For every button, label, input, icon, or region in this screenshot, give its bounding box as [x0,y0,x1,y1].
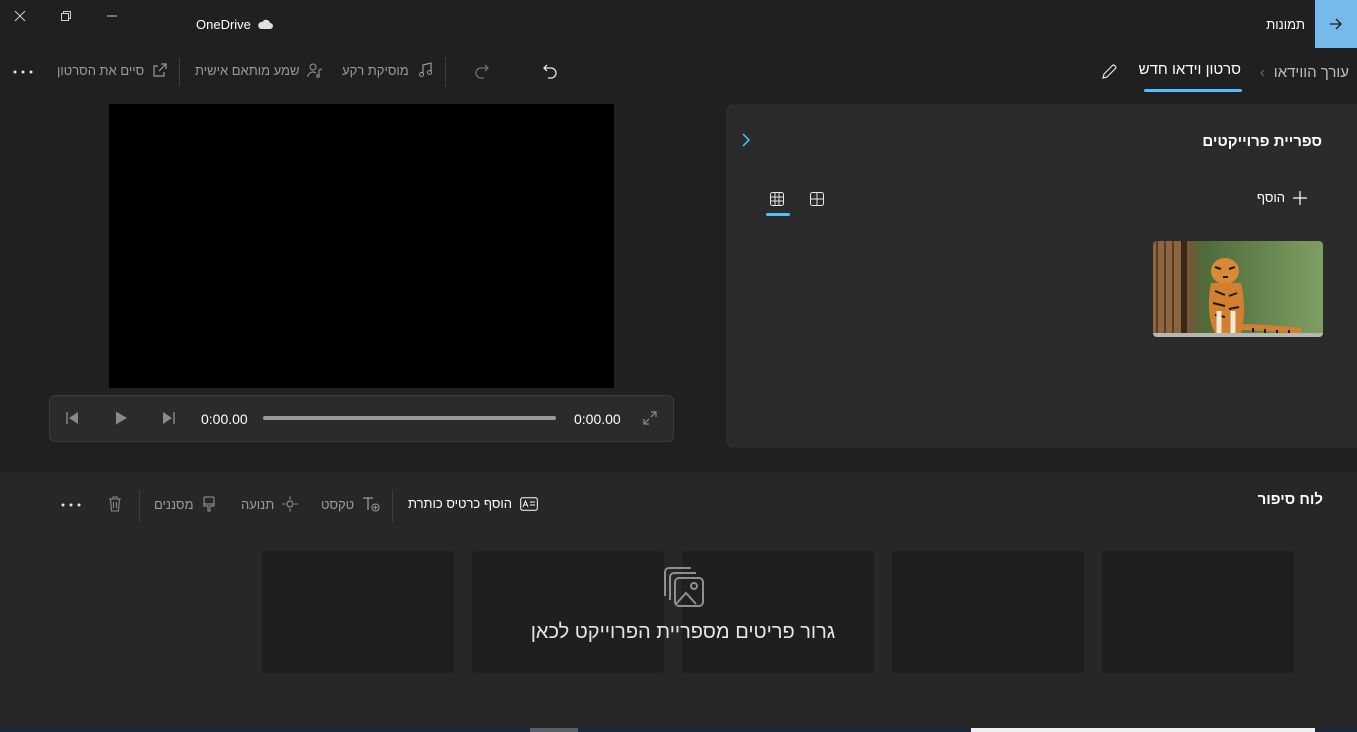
breadcrumb-current-project: סרטון וידאו חדש [1138,61,1241,78]
tiger-photo-thumbnail [1153,241,1323,337]
add-label: הוסף [1256,190,1285,205]
music-note-icon [418,62,432,77]
library-item-tiger[interactable] [1153,241,1323,337]
arrow-right-icon [1330,18,1342,30]
step-back-icon [66,412,78,424]
motion-button[interactable]: תנועה [241,496,298,512]
custom-audio-label: שמע מותאם אישית [195,62,300,78]
current-time: 0:00.00 [201,411,248,427]
background-music-button[interactable]: מוסיקת רקע [342,62,433,78]
background-music-label: מוסיקת רקע [342,62,409,78]
toolbar-divider [392,490,393,522]
text-button[interactable]: טקסט [321,496,380,512]
motion-label: תנועה [241,496,275,512]
app-title: תמונות [1266,17,1305,32]
add-title-card-button[interactable]: הוסף כרטיס כותרת [408,496,538,511]
toolbar-divider [445,57,446,87]
undo-button[interactable] [539,60,561,82]
restore-icon [61,11,71,21]
storyboard-slot[interactable] [1102,551,1294,673]
play-icon [116,411,127,425]
redo-icon [475,64,489,79]
image-library-icon [664,567,704,607]
taskbar-window-preview[interactable] [971,728,1315,732]
play-button[interactable] [111,408,131,428]
finish-video-label: סיים את הסרטון [57,62,145,78]
add-title-card-label: הוסף כרטיס כותרת [408,496,512,511]
taskbar-item[interactable] [530,728,578,732]
person-music-icon [307,63,323,78]
filters-label: מסננים [154,496,194,512]
grid-small-icon [810,192,824,206]
project-library-title: ספריית פרוייקטים [1202,133,1322,150]
onedrive-status[interactable]: OneDrive [196,17,273,32]
storyboard-slot[interactable] [892,551,1084,673]
add-media-button[interactable]: הוסף [1257,190,1307,205]
more-dots-icon [13,70,33,74]
more-dots-icon [61,503,81,507]
small-grid-view-button[interactable] [807,189,827,209]
breadcrumb-video-editor[interactable]: עורך הווידאו [1274,64,1349,81]
storyboard-slot[interactable] [682,551,874,673]
text-label: טקסט [321,496,355,512]
cloud-icon [258,19,273,29]
fullscreen-button[interactable] [640,408,660,428]
pencil-icon [1102,64,1117,79]
chevron-left-icon: ‹ [1260,64,1265,81]
view-active-indicator [766,213,790,216]
paintbrush-icon [203,496,215,512]
toolbar-divider [179,57,180,87]
step-forward-icon [163,412,175,424]
custom-audio-button[interactable]: שמע מותאם אישית [195,62,323,78]
video-preview[interactable] [109,104,614,388]
text-add-icon [363,497,380,512]
close-icon [14,10,26,22]
undo-icon [543,64,557,79]
minimize-icon [107,15,117,17]
storyboard-slot[interactable] [472,551,664,673]
onedrive-label: OneDrive [196,17,251,32]
toolbar-divider [139,490,140,522]
finish-video-button[interactable]: סיים את הסרטון [57,62,168,78]
seek-bar[interactable] [263,416,556,420]
breadcrumb-active-indicator [1144,89,1242,92]
large-grid-view-button[interactable] [767,189,787,209]
storyboard-slot[interactable] [262,551,454,673]
filters-button[interactable]: מסננים [154,496,216,512]
back-button[interactable] [1315,0,1357,48]
collapse-library-button[interactable] [737,130,755,150]
restore-window-button[interactable] [56,6,76,26]
expand-icon [643,411,657,425]
minimize-window-button[interactable] [102,6,122,26]
title-card-icon [520,496,538,511]
storyboard-title: לוח סיפור [1257,491,1323,508]
delete-button[interactable] [105,494,125,514]
close-window-button[interactable] [10,6,30,26]
drop-hint-text: גרור פריטים מספריית הפרוייקט לכאן [530,621,836,643]
trash-icon [109,496,121,512]
redo-button[interactable] [471,60,493,82]
share-icon [153,63,167,77]
plus-icon [1293,190,1307,205]
drop-media-icon [662,566,706,608]
motion-icon [282,496,298,512]
rename-project-button[interactable] [1098,61,1120,83]
chevron-right-icon [742,133,751,147]
duration-time: 0:00.00 [574,411,621,427]
more-options-button[interactable] [12,62,34,82]
grid-large-icon [770,192,784,206]
next-frame-button[interactable] [159,408,179,428]
previous-frame-button[interactable] [62,408,82,428]
storyboard-more-options-button[interactable] [60,495,82,515]
